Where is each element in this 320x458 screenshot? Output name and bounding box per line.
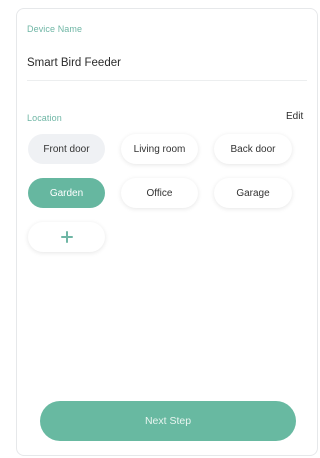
location-chip-living-room[interactable]: Living room (121, 134, 198, 164)
screen: Device Name Smart Bird Feeder Location E… (0, 0, 318, 458)
next-step-button[interactable]: Next Step (40, 401, 296, 441)
device-name-field[interactable]: Smart Bird Feeder (27, 57, 121, 69)
add-location-button[interactable] (28, 222, 105, 252)
location-label: Location (27, 113, 62, 123)
device-name-label: Device Name (27, 24, 83, 34)
location-chip-garage[interactable]: Garage (214, 178, 292, 208)
location-chip-back-door[interactable]: Back door (214, 134, 292, 164)
edit-link[interactable]: Edit (286, 111, 303, 122)
divider (27, 80, 307, 81)
plus-icon (60, 231, 73, 243)
location-chip-office[interactable]: Office (121, 178, 198, 208)
location-chip-front-door[interactable]: Front door (28, 134, 105, 164)
location-chip-garden[interactable]: Garden (28, 178, 105, 208)
